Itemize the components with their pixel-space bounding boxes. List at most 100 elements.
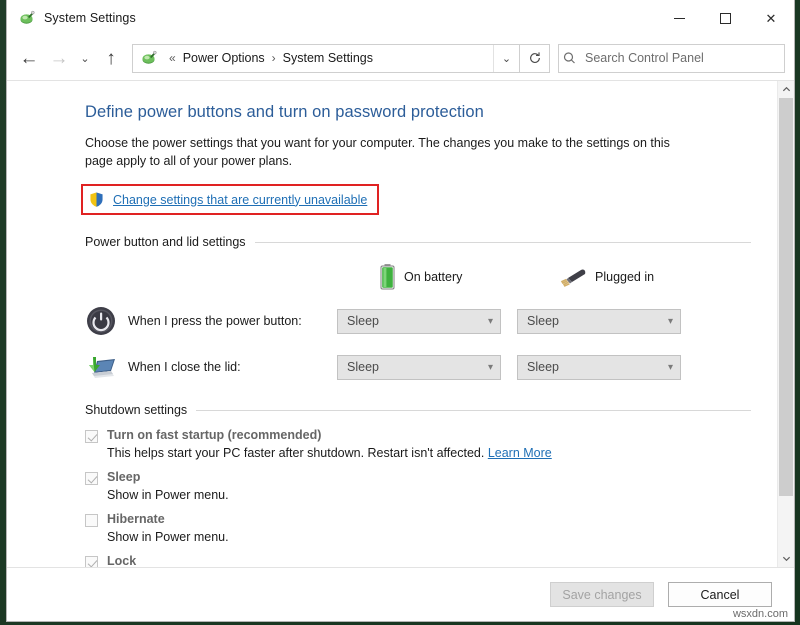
close-lid-on-battery-dropdown[interactable]: Sleep ▾ (337, 355, 501, 380)
learn-more-link[interactable]: Learn More (488, 446, 552, 460)
checkbox-row-fast-startup[interactable]: Turn on fast startup (recommended) (85, 428, 751, 443)
checkbox-lock[interactable] (85, 556, 98, 567)
selected-value: Sleep (527, 314, 559, 328)
minimize-icon (674, 18, 685, 19)
change-unavailable-settings-link[interactable]: Change settings that are currently unava… (113, 193, 367, 207)
checkbox-label-lock: Lock (107, 554, 136, 567)
laptop-lid-icon (85, 351, 117, 383)
minimize-button[interactable] (656, 0, 702, 36)
back-arrow-icon: ← (20, 49, 39, 68)
chevron-down-icon: ⌄ (502, 52, 511, 65)
breadcrumb-power-options[interactable]: Power Options (181, 50, 267, 66)
page-description: Choose the power settings that you want … (85, 135, 695, 170)
column-on-battery: On battery (379, 263, 559, 291)
navigation-bar: ← → ⌄ ↑ « Power Options › Syst (7, 36, 794, 80)
plugged-in-label: Plugged in (595, 270, 654, 284)
setting-row-power-button: When I press the power button: Sleep ▾ S… (85, 305, 751, 337)
refresh-icon (528, 51, 542, 65)
shutdown-settings-group-label: Shutdown settings (85, 403, 196, 417)
scroll-up-button[interactable] (778, 81, 794, 98)
search-input[interactable]: Search Control Panel (585, 51, 704, 65)
chevron-up-icon (782, 85, 791, 94)
vertical-scrollbar[interactable] (777, 81, 794, 567)
column-plugged-in: Plugged in (559, 266, 654, 288)
close-lid-plugged-in-dropdown[interactable]: Sleep ▾ (517, 355, 681, 380)
control-panel-icon (19, 10, 35, 26)
checkbox-fast-startup[interactable] (85, 430, 98, 443)
on-battery-label: On battery (404, 270, 462, 284)
power-plug-icon (559, 266, 587, 288)
window-title: System Settings (44, 11, 136, 25)
control-panel-icon (141, 50, 157, 66)
divider (255, 242, 751, 243)
battery-icon (379, 263, 396, 291)
power-button-on-battery-dropdown[interactable]: Sleep ▾ (337, 309, 501, 334)
maximize-icon (720, 13, 731, 24)
close-lid-label: When I close the lid: (128, 360, 337, 374)
refresh-button[interactable] (520, 44, 550, 73)
shutdown-settings-group-header: Shutdown settings (85, 403, 751, 417)
recent-locations-button[interactable]: ⌄ (74, 43, 96, 73)
scroll-down-button[interactable] (778, 550, 794, 567)
fast-startup-description: This helps start your PC faster after sh… (107, 445, 751, 461)
settings-pane: Define power buttons and turn on passwor… (7, 81, 777, 567)
selected-value: Sleep (347, 314, 379, 328)
forward-button[interactable]: → (44, 43, 74, 73)
shutdown-settings-list: Turn on fast startup (recommended) This … (85, 428, 751, 567)
chevron-down-icon (782, 554, 791, 563)
breadcrumb-separator: › (267, 51, 281, 65)
chevron-down-icon: ▾ (668, 362, 673, 373)
close-icon: ✕ (766, 12, 777, 25)
selected-value: Sleep (527, 360, 559, 374)
power-button-icon (85, 305, 117, 337)
checkbox-row-lock[interactable]: Lock (85, 554, 751, 567)
fast-startup-description-text: This helps start your PC faster after sh… (107, 446, 484, 460)
up-arrow-icon: ↑ (106, 49, 116, 68)
close-button[interactable]: ✕ (748, 0, 794, 36)
back-button[interactable]: ← (14, 43, 44, 73)
sleep-description: Show in Power menu. (107, 487, 751, 503)
breadcrumb-system-settings[interactable]: System Settings (281, 50, 375, 66)
checkbox-sleep[interactable] (85, 472, 98, 485)
checkbox-label-fast-startup: Turn on fast startup (recommended) (107, 428, 321, 442)
control-panel-window: System Settings ✕ ← → ⌄ ↑ (6, 0, 795, 622)
checkbox-row-sleep[interactable]: Sleep (85, 470, 751, 485)
checkbox-hibernate[interactable] (85, 514, 98, 527)
scrollbar-track[interactable] (778, 98, 794, 550)
content-area: Define power buttons and turn on passwor… (7, 80, 794, 567)
divider (196, 410, 751, 411)
uac-link-highlight: Change settings that are currently unava… (81, 184, 379, 215)
checkbox-label-sleep: Sleep (107, 470, 140, 484)
search-icon (559, 51, 581, 65)
power-button-plugged-in-dropdown[interactable]: Sleep ▾ (517, 309, 681, 334)
column-headers: On battery Plugged in (85, 263, 751, 291)
checkbox-label-hibernate: Hibernate (107, 512, 165, 526)
scrollbar-thumb[interactable] (779, 98, 793, 496)
hibernate-description: Show in Power menu. (107, 529, 751, 545)
maximize-button[interactable] (702, 0, 748, 36)
checkbox-row-hibernate[interactable]: Hibernate (85, 512, 751, 527)
chevron-down-icon: ▾ (488, 362, 493, 373)
shield-icon (88, 191, 105, 208)
window-controls: ✕ (656, 0, 794, 36)
search-box[interactable]: Search Control Panel (558, 44, 785, 73)
chevron-down-icon: ▾ (668, 316, 673, 327)
power-settings-group-label: Power button and lid settings (85, 235, 255, 249)
watermark: wsxdn.com (733, 608, 788, 620)
chevron-down-icon: ▾ (488, 316, 493, 327)
save-changes-button[interactable]: Save changes (550, 582, 654, 607)
power-button-label: When I press the power button: (128, 314, 337, 328)
address-dropdown-button[interactable]: ⌄ (493, 45, 519, 72)
address-bar[interactable]: « Power Options › System Settings ⌄ (132, 44, 520, 73)
setting-row-close-lid: When I close the lid: Sleep ▾ Sleep ▾ (85, 351, 751, 383)
cancel-button[interactable]: Cancel (668, 582, 772, 607)
chevron-down-icon: ⌄ (80, 52, 89, 65)
selected-value: Sleep (347, 360, 379, 374)
breadcrumb-overflow[interactable]: « (164, 51, 181, 65)
page-title: Define power buttons and turn on passwor… (85, 103, 751, 122)
forward-arrow-icon: → (50, 49, 69, 68)
title-bar: System Settings ✕ (7, 0, 794, 36)
power-settings-group-header: Power button and lid settings (85, 235, 751, 249)
up-button[interactable]: ↑ (96, 43, 126, 73)
dialog-footer: Save changes Cancel wsxdn.com (7, 567, 794, 621)
